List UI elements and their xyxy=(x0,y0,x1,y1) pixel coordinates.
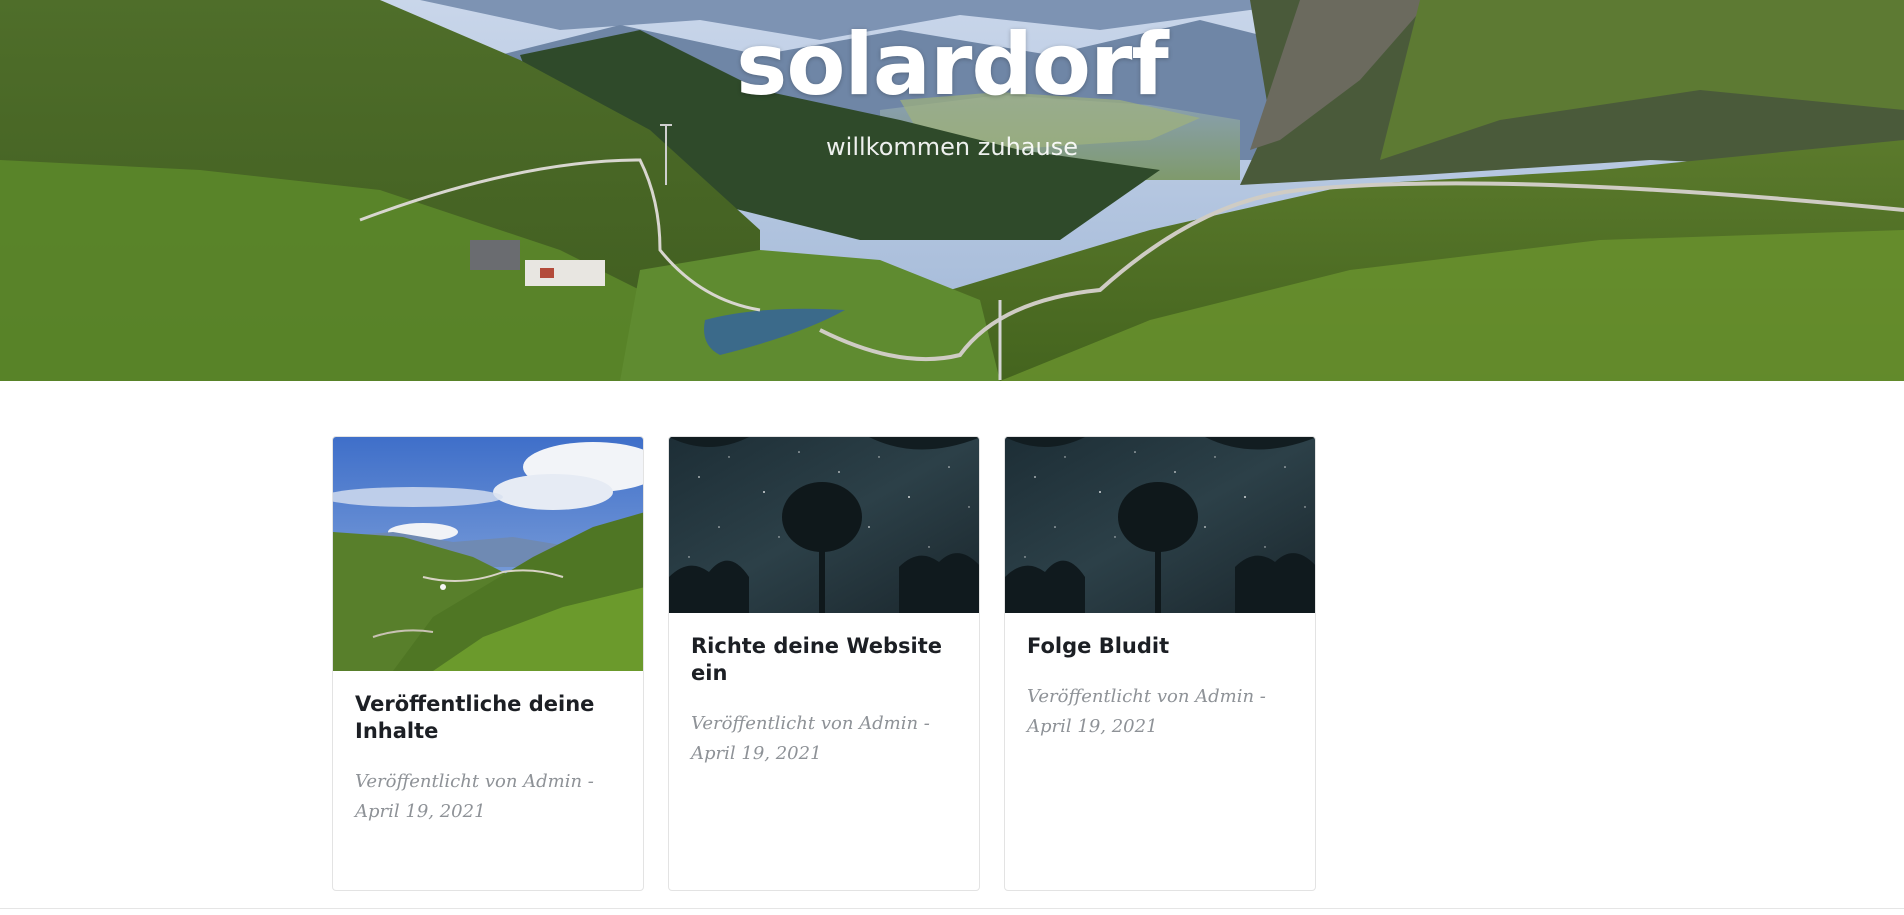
hero-banner: solardorf willkommen zuhause xyxy=(0,0,1904,381)
post-date: April 19, 2021 xyxy=(691,743,822,764)
post-meta: Veröffentlicht von Admin - April 19, 202… xyxy=(1027,682,1293,742)
post-image-starry-sky[interactable] xyxy=(669,437,980,613)
post-title[interactable]: Folge Bludit xyxy=(1027,633,1293,660)
post-title[interactable]: Veröffentliche deine Inhalte xyxy=(355,691,621,745)
page-divider xyxy=(0,908,1904,909)
post-image-starry-sky[interactable] xyxy=(1005,437,1316,613)
post-author: Veröffentlicht von Admin - xyxy=(355,771,594,792)
post-card-follow-bludit[interactable]: Folge Bludit Veröffentlicht von Admin - … xyxy=(1004,436,1316,891)
post-author: Veröffentlicht von Admin - xyxy=(1027,686,1266,707)
post-card-publish-content[interactable]: Veröffentliche deine Inhalte Veröffentli… xyxy=(332,436,644,891)
site-subtitle: willkommen zuhause xyxy=(826,133,1078,161)
post-image-alpine-valley[interactable] xyxy=(333,437,644,671)
post-meta: Veröffentlicht von Admin - April 19, 202… xyxy=(355,767,621,827)
post-card-setup-website[interactable]: Richte deine Website ein Veröffentlicht … xyxy=(668,436,980,891)
post-meta: Veröffentlicht von Admin - April 19, 202… xyxy=(691,709,957,769)
site-title[interactable]: solardorf xyxy=(0,18,1904,113)
post-date: April 19, 2021 xyxy=(1027,716,1158,737)
post-date: April 19, 2021 xyxy=(355,801,486,822)
post-author: Veröffentlicht von Admin - xyxy=(691,713,930,734)
post-title[interactable]: Richte deine Website ein xyxy=(691,633,957,687)
